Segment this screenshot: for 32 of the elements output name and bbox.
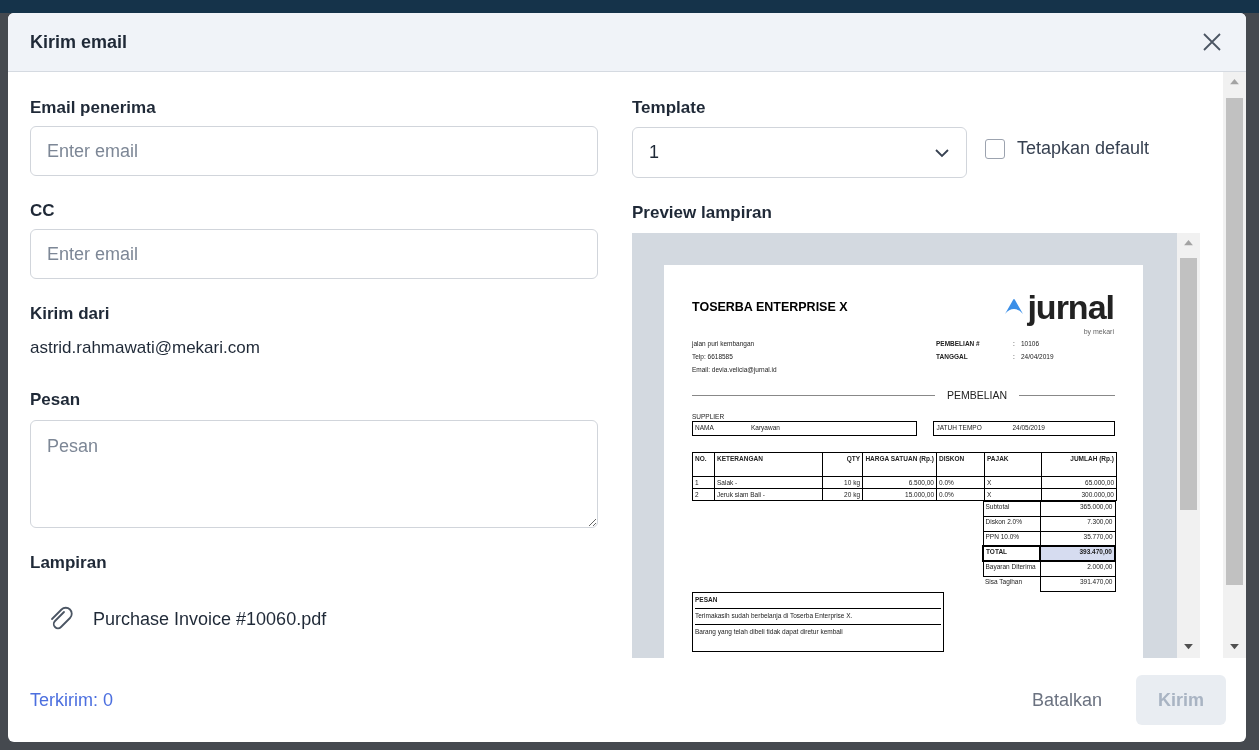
close-icon[interactable] <box>1202 32 1222 52</box>
field-label: Preview lampiran <box>632 203 773 223</box>
scroll-up-icon[interactable] <box>1183 239 1194 246</box>
field-label: Lampiran <box>30 553 108 573</box>
scroll-down-icon[interactable] <box>1229 643 1240 650</box>
scrollbar[interactable] <box>1177 233 1200 658</box>
scrollbar-thumb[interactable] <box>1226 98 1243 585</box>
scroll-down-icon[interactable] <box>1183 643 1194 650</box>
field-label: CC <box>30 201 56 221</box>
document-heading: PEMBELIAN <box>945 388 1008 403</box>
cancel-button[interactable]: Batalkan <box>1009 675 1124 725</box>
dialog-title: Kirim email <box>30 30 128 54</box>
chevron-down-icon <box>934 147 950 158</box>
logo-icon <box>1004 298 1025 315</box>
attachment-name[interactable]: Purchase Invoice #10060.pdf <box>93 605 327 633</box>
email-field[interactable]: Enter email <box>30 126 598 176</box>
sender-email: astrid.rahmawati@mekari.com <box>30 338 261 358</box>
checkbox[interactable] <box>985 138 1005 159</box>
logo-text: jurnal <box>1027 287 1114 327</box>
checkbox-label[interactable]: Tetapkan default <box>1017 135 1150 162</box>
template-dropdown[interactable]: 1 <box>632 127 967 178</box>
scrollbar[interactable] <box>1223 72 1246 658</box>
sent-count-link[interactable]: Terkirim: 0 <box>30 686 113 714</box>
scroll-up-icon[interactable] <box>1229 78 1240 85</box>
field-label: Pesan <box>30 390 82 410</box>
message-field[interactable]: Pesan <box>30 420 598 528</box>
field-label: Email penerima <box>30 98 157 118</box>
field-label: Template <box>632 98 707 118</box>
field-label: Kirim dari <box>30 304 111 324</box>
scrollbar-thumb[interactable] <box>1180 258 1197 510</box>
email-field[interactable]: Enter email <box>30 229 598 279</box>
company-name: TOSERBA ENTERPRISE X <box>692 299 848 316</box>
